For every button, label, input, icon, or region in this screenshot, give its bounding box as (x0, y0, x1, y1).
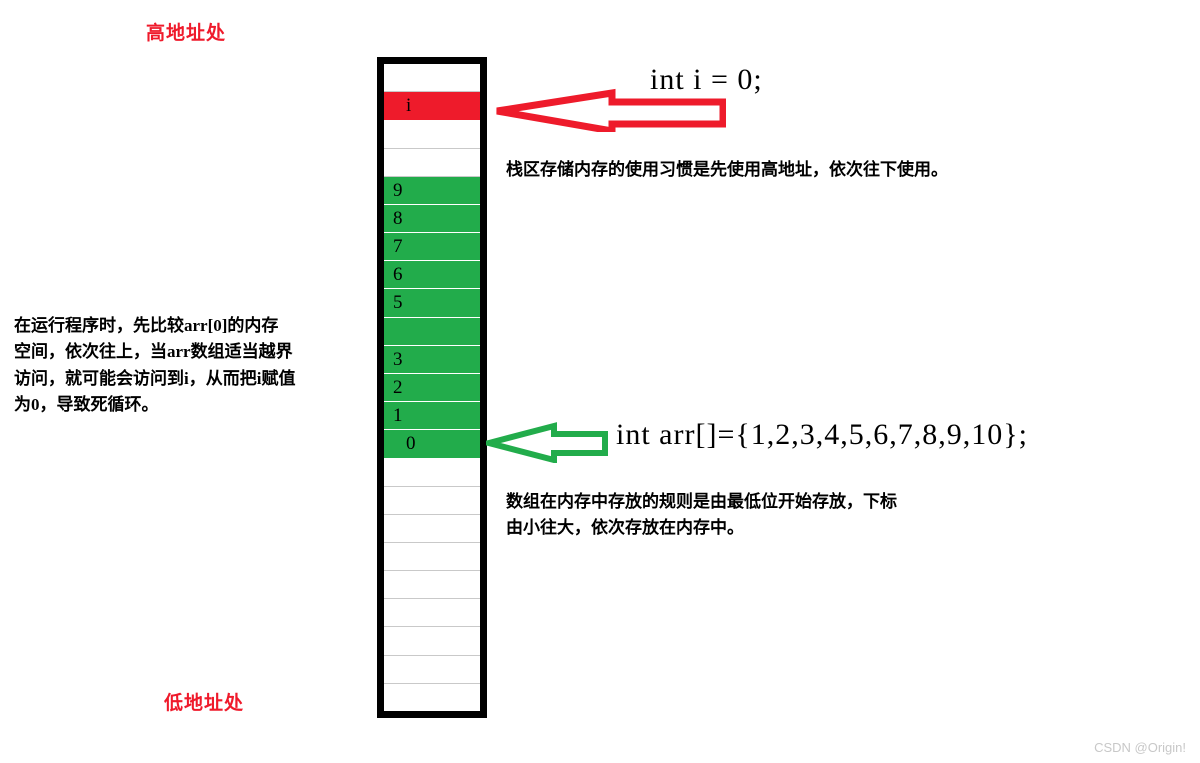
memory-cell: 5 (384, 289, 480, 318)
memory-cell: 3 (384, 345, 480, 374)
memory-cell (384, 656, 480, 684)
memory-cell-label: 8 (393, 207, 403, 229)
memory-cell (384, 571, 480, 600)
memory-cell (384, 515, 480, 543)
code-array-declaration: int arr[]={1,2,3,4,5,6,7,8,9,10}; (616, 418, 1028, 451)
code-int-i-declaration: int i = 0; (650, 63, 763, 96)
memory-cell-label: 1 (393, 405, 403, 427)
memory-cell: 2 (384, 373, 480, 403)
memory-cell: 0 (384, 430, 480, 459)
high-address-label: 高地址处 (146, 23, 227, 44)
memory-cell: 7 (384, 233, 480, 262)
green-arrow-icon (486, 422, 608, 463)
memory-cell (384, 317, 480, 346)
memory-cell (384, 599, 480, 628)
memory-cell: i (384, 92, 480, 121)
memory-cell-label: 3 (393, 348, 403, 370)
memory-cell (384, 149, 480, 177)
memory-cell-label: 6 (393, 264, 403, 286)
memory-cell-label: i (406, 95, 412, 117)
memory-cell: 9 (384, 176, 480, 205)
memory-cell-label: 0 (406, 433, 416, 455)
memory-cell-label: 5 (393, 292, 403, 314)
memory-cell (384, 458, 480, 487)
memory-cell-label: 7 (393, 236, 403, 258)
memory-cell: 6 (384, 261, 480, 290)
memory-cell (384, 120, 480, 149)
low-address-label: 低地址处 (164, 693, 245, 714)
memory-cell: 8 (384, 204, 480, 234)
watermark: CSDN @Origin! (1094, 740, 1186, 755)
memory-cell (384, 543, 480, 572)
memory-cell-label: 9 (393, 179, 403, 201)
memory-cell-label: 2 (393, 376, 403, 398)
memory-cell (384, 487, 480, 515)
note-array-storage: 数组在内存中存放的规则是由最低位开始存放，下标 由小往大，依次存放在内存中。 (506, 492, 897, 538)
memory-cell (384, 684, 480, 711)
memory-cell (384, 627, 480, 656)
note-stack-growth: 栈区存储内存的使用习惯是先使用高地址，依次往下使用。 (506, 160, 948, 179)
memory-column: i 9 8 7 6 5 3 2 10 (377, 57, 487, 718)
note-loop-explanation: 在运行程序时，先比较arr[0]的内存 空间，依次往上，当arr数组适当越界 访… (14, 316, 296, 415)
memory-cell (384, 64, 480, 93)
memory-cell: 1 (384, 402, 480, 431)
